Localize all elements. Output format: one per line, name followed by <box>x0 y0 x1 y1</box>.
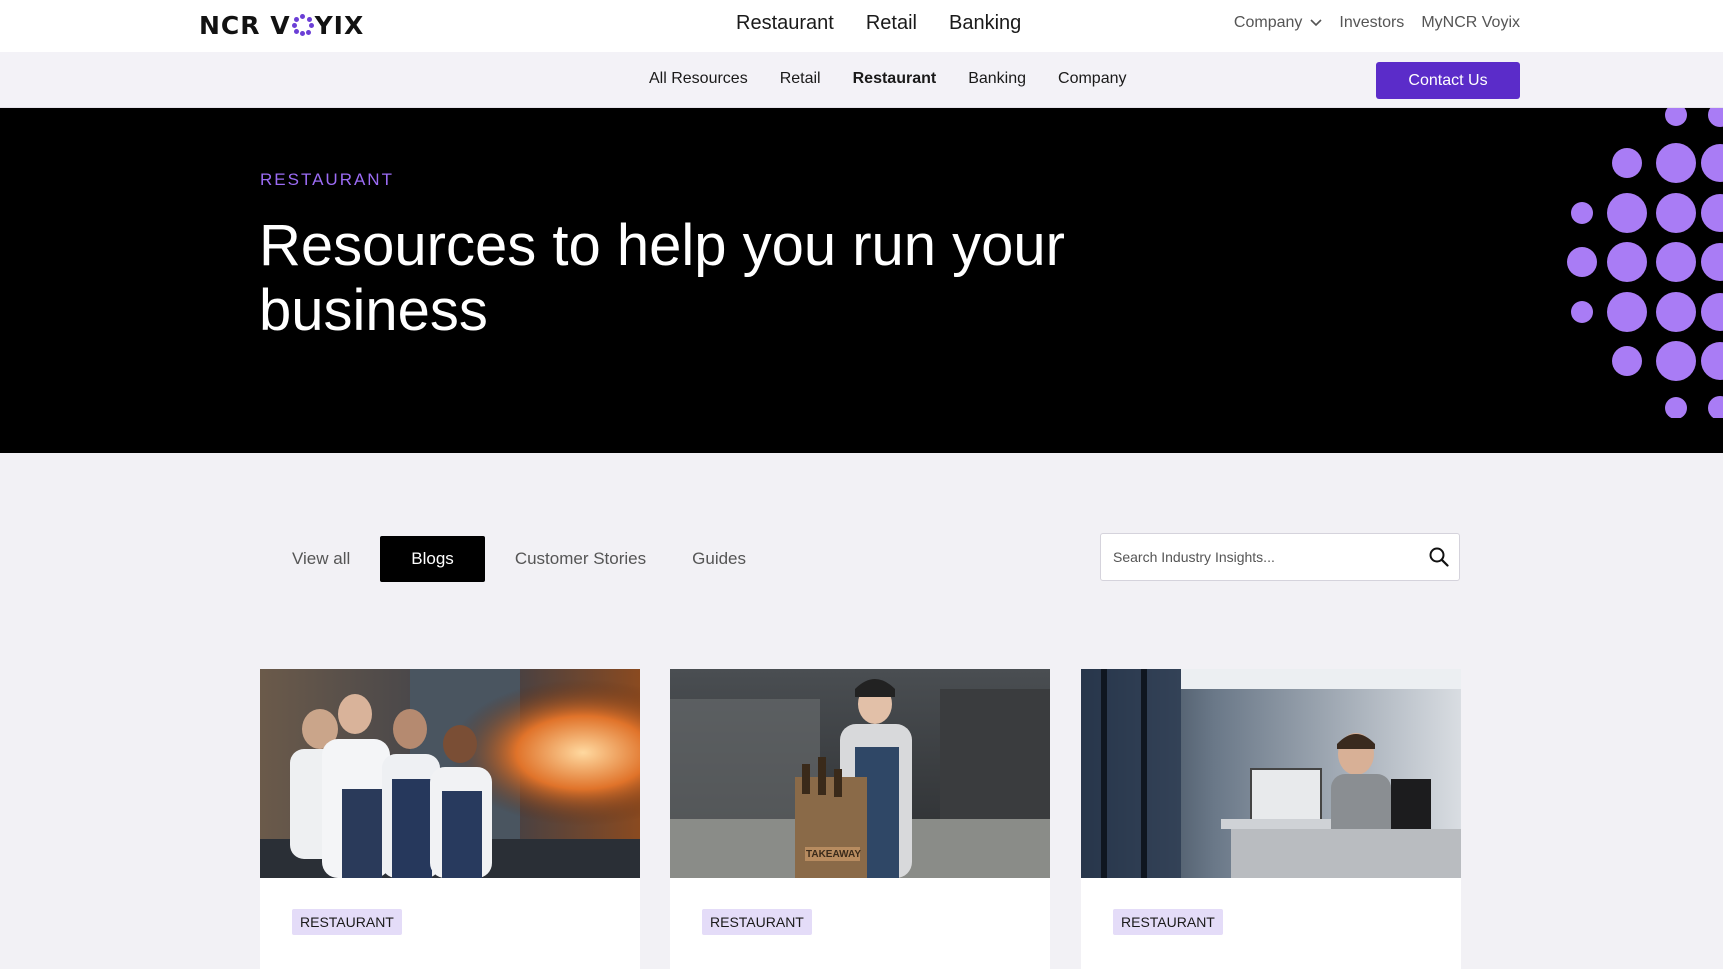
subnav-restaurant[interactable]: Restaurant <box>853 70 937 88</box>
logo-dots-icon <box>291 14 314 36</box>
main-nav-banking[interactable]: Banking <box>949 12 1021 35</box>
filter-blogs[interactable]: Blogs <box>380 536 485 582</box>
resource-card[interactable]: TAKEAWAY RESTAURANT <box>670 669 1050 969</box>
decorative-dots-pattern <box>1567 108 1723 418</box>
ncr-voyix-logo[interactable]: NCR V YIX <box>199 10 364 40</box>
card-category-badge: RESTAURANT <box>292 909 402 935</box>
filter-customer-stories[interactable]: Customer Stories <box>499 536 662 582</box>
main-nav-retail[interactable]: Retail <box>866 12 917 35</box>
utility-nav: Company Investors MyNCR Voyix <box>1234 14 1520 32</box>
filter-view-all[interactable]: View all <box>276 536 366 582</box>
card-category-badge: RESTAURANT <box>702 909 812 935</box>
logo-text-right: YIX <box>314 10 365 40</box>
company-dropdown[interactable]: Company <box>1234 14 1322 32</box>
resources-subnav: All Resources Retail Restaurant Banking … <box>649 70 1127 88</box>
page-title: Resources to help you run your business <box>259 213 1065 343</box>
resource-card[interactable]: RESTAURANT <box>260 669 640 969</box>
card-category-badge: RESTAURANT <box>1113 909 1223 935</box>
resource-card[interactable]: RESTAURANT <box>1081 669 1461 969</box>
filter-guides[interactable]: Guides <box>676 536 762 582</box>
hero-banner: RESTAURANT Resources to help you run you… <box>0 108 1723 453</box>
subnav-retail[interactable]: Retail <box>780 70 821 88</box>
chevron-down-icon <box>1310 19 1322 27</box>
search-input[interactable] <box>1101 549 1419 565</box>
subnav-all-resources[interactable]: All Resources <box>649 70 748 88</box>
logo-text-left: NCR V <box>199 10 291 40</box>
investors-link[interactable]: Investors <box>1339 14 1404 32</box>
content-type-filters: View all Blogs Customer Stories Guides <box>276 536 776 582</box>
search-icon[interactable] <box>1419 547 1459 567</box>
industry-insights-search <box>1100 533 1460 581</box>
card-image-kitchen-staff <box>260 669 640 878</box>
card-image-takeaway-owner: TAKEAWAY <box>670 669 1050 878</box>
myncr-voyix-link[interactable]: MyNCR Voyix <box>1421 14 1520 32</box>
card-image-office-worker <box>1081 669 1461 878</box>
subnav-company[interactable]: Company <box>1058 70 1126 88</box>
hero-eyebrow: RESTAURANT <box>260 170 394 189</box>
company-label: Company <box>1233 14 1303 31</box>
contact-us-button[interactable]: Contact Us <box>1376 62 1520 99</box>
main-nav: Restaurant Retail Banking <box>736 12 1021 35</box>
resources-subnav-bar: All Resources Retail Restaurant Banking … <box>0 52 1723 108</box>
main-nav-restaurant[interactable]: Restaurant <box>736 12 834 35</box>
top-header: NCR V YIX Restaurant Retail Banking Comp… <box>0 0 1723 52</box>
subnav-banking[interactable]: Banking <box>968 70 1026 88</box>
svg-text:TAKEAWAY: TAKEAWAY <box>806 849 861 860</box>
